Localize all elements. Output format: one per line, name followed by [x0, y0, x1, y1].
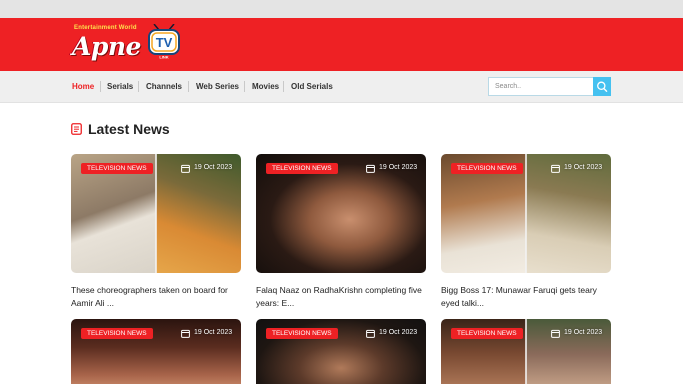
nav-item-old-serials[interactable]: Old Serials	[291, 82, 333, 91]
category-badge[interactable]: TELEVISION NEWS	[451, 163, 523, 174]
section-title: Latest News	[88, 121, 170, 137]
news-thumbnail[interactable]: TELEVISION NEWS 19 Oct 2023	[256, 154, 426, 273]
news-thumbnail[interactable]: TELEVISION NEWS 19 Oct 2023	[256, 319, 426, 384]
category-badge[interactable]: TELEVISION NEWS	[266, 163, 338, 174]
tv-logo-icon: TV LINK	[148, 24, 180, 60]
post-date: 19 Oct 2023	[564, 329, 603, 336]
nav-item-home[interactable]: Home	[72, 82, 94, 91]
nav-divider	[100, 81, 101, 92]
nav-divider	[188, 81, 189, 92]
logo-tv-text: TV	[156, 35, 173, 50]
search-input[interactable]: Search..	[488, 77, 594, 96]
nav-divider	[283, 81, 284, 92]
news-thumbnail[interactable]: TELEVISION NEWS 19 Oct 2023	[71, 154, 241, 273]
news-title[interactable]: Bigg Boss 17: Munawar Faruqi gets teary …	[441, 284, 615, 309]
nav-divider	[138, 81, 139, 92]
post-date: 19 Oct 2023	[194, 164, 233, 171]
nav-divider	[244, 81, 245, 92]
logo-wordmark: Apne	[72, 32, 141, 61]
calendar-icon	[551, 329, 560, 338]
category-badge[interactable]: TELEVISION NEWS	[451, 328, 523, 339]
site-header: Entertainment World Apne TV LINK	[0, 18, 683, 71]
category-badge[interactable]: TELEVISION NEWS	[266, 328, 338, 339]
nav-item-channels[interactable]: Channels	[146, 82, 182, 91]
search-icon	[597, 81, 608, 92]
news-thumbnail[interactable]: TELEVISION NEWS 19 Oct 2023	[71, 319, 241, 384]
post-date: 19 Oct 2023	[194, 329, 233, 336]
news-title[interactable]: Falaq Naaz on RadhaKrishn completing fiv…	[256, 284, 430, 309]
nav-item-movies[interactable]: Movies	[252, 82, 279, 91]
top-strip	[0, 0, 683, 18]
category-badge[interactable]: TELEVISION NEWS	[81, 328, 153, 339]
news-title[interactable]: These choreographers taken on board for …	[71, 284, 245, 309]
post-date: 19 Oct 2023	[379, 164, 418, 171]
category-badge[interactable]: TELEVISION NEWS	[81, 163, 153, 174]
nav-item-serials[interactable]: Serials	[107, 82, 133, 91]
news-thumbnail[interactable]: TELEVISION NEWS 19 Oct 2023	[441, 154, 611, 273]
newspaper-icon	[71, 123, 82, 135]
main-navigation: Home Serials Channels Web Series Movies …	[0, 71, 683, 103]
news-thumbnail[interactable]: TELEVISION NEWS 19 Oct 2023	[441, 319, 611, 384]
nav-item-web-series[interactable]: Web Series	[196, 82, 239, 91]
calendar-icon	[551, 164, 560, 173]
calendar-icon	[366, 329, 375, 338]
logo-tv-sub-text: LINK	[159, 55, 168, 60]
calendar-icon	[181, 164, 190, 173]
calendar-icon	[181, 329, 190, 338]
post-date: 19 Oct 2023	[564, 164, 603, 171]
logo-tagline: Entertainment World	[74, 25, 137, 31]
post-date: 19 Oct 2023	[379, 329, 418, 336]
site-logo[interactable]: Entertainment World Apne TV LINK	[72, 22, 182, 68]
calendar-icon	[366, 164, 375, 173]
search-button[interactable]	[593, 77, 611, 96]
